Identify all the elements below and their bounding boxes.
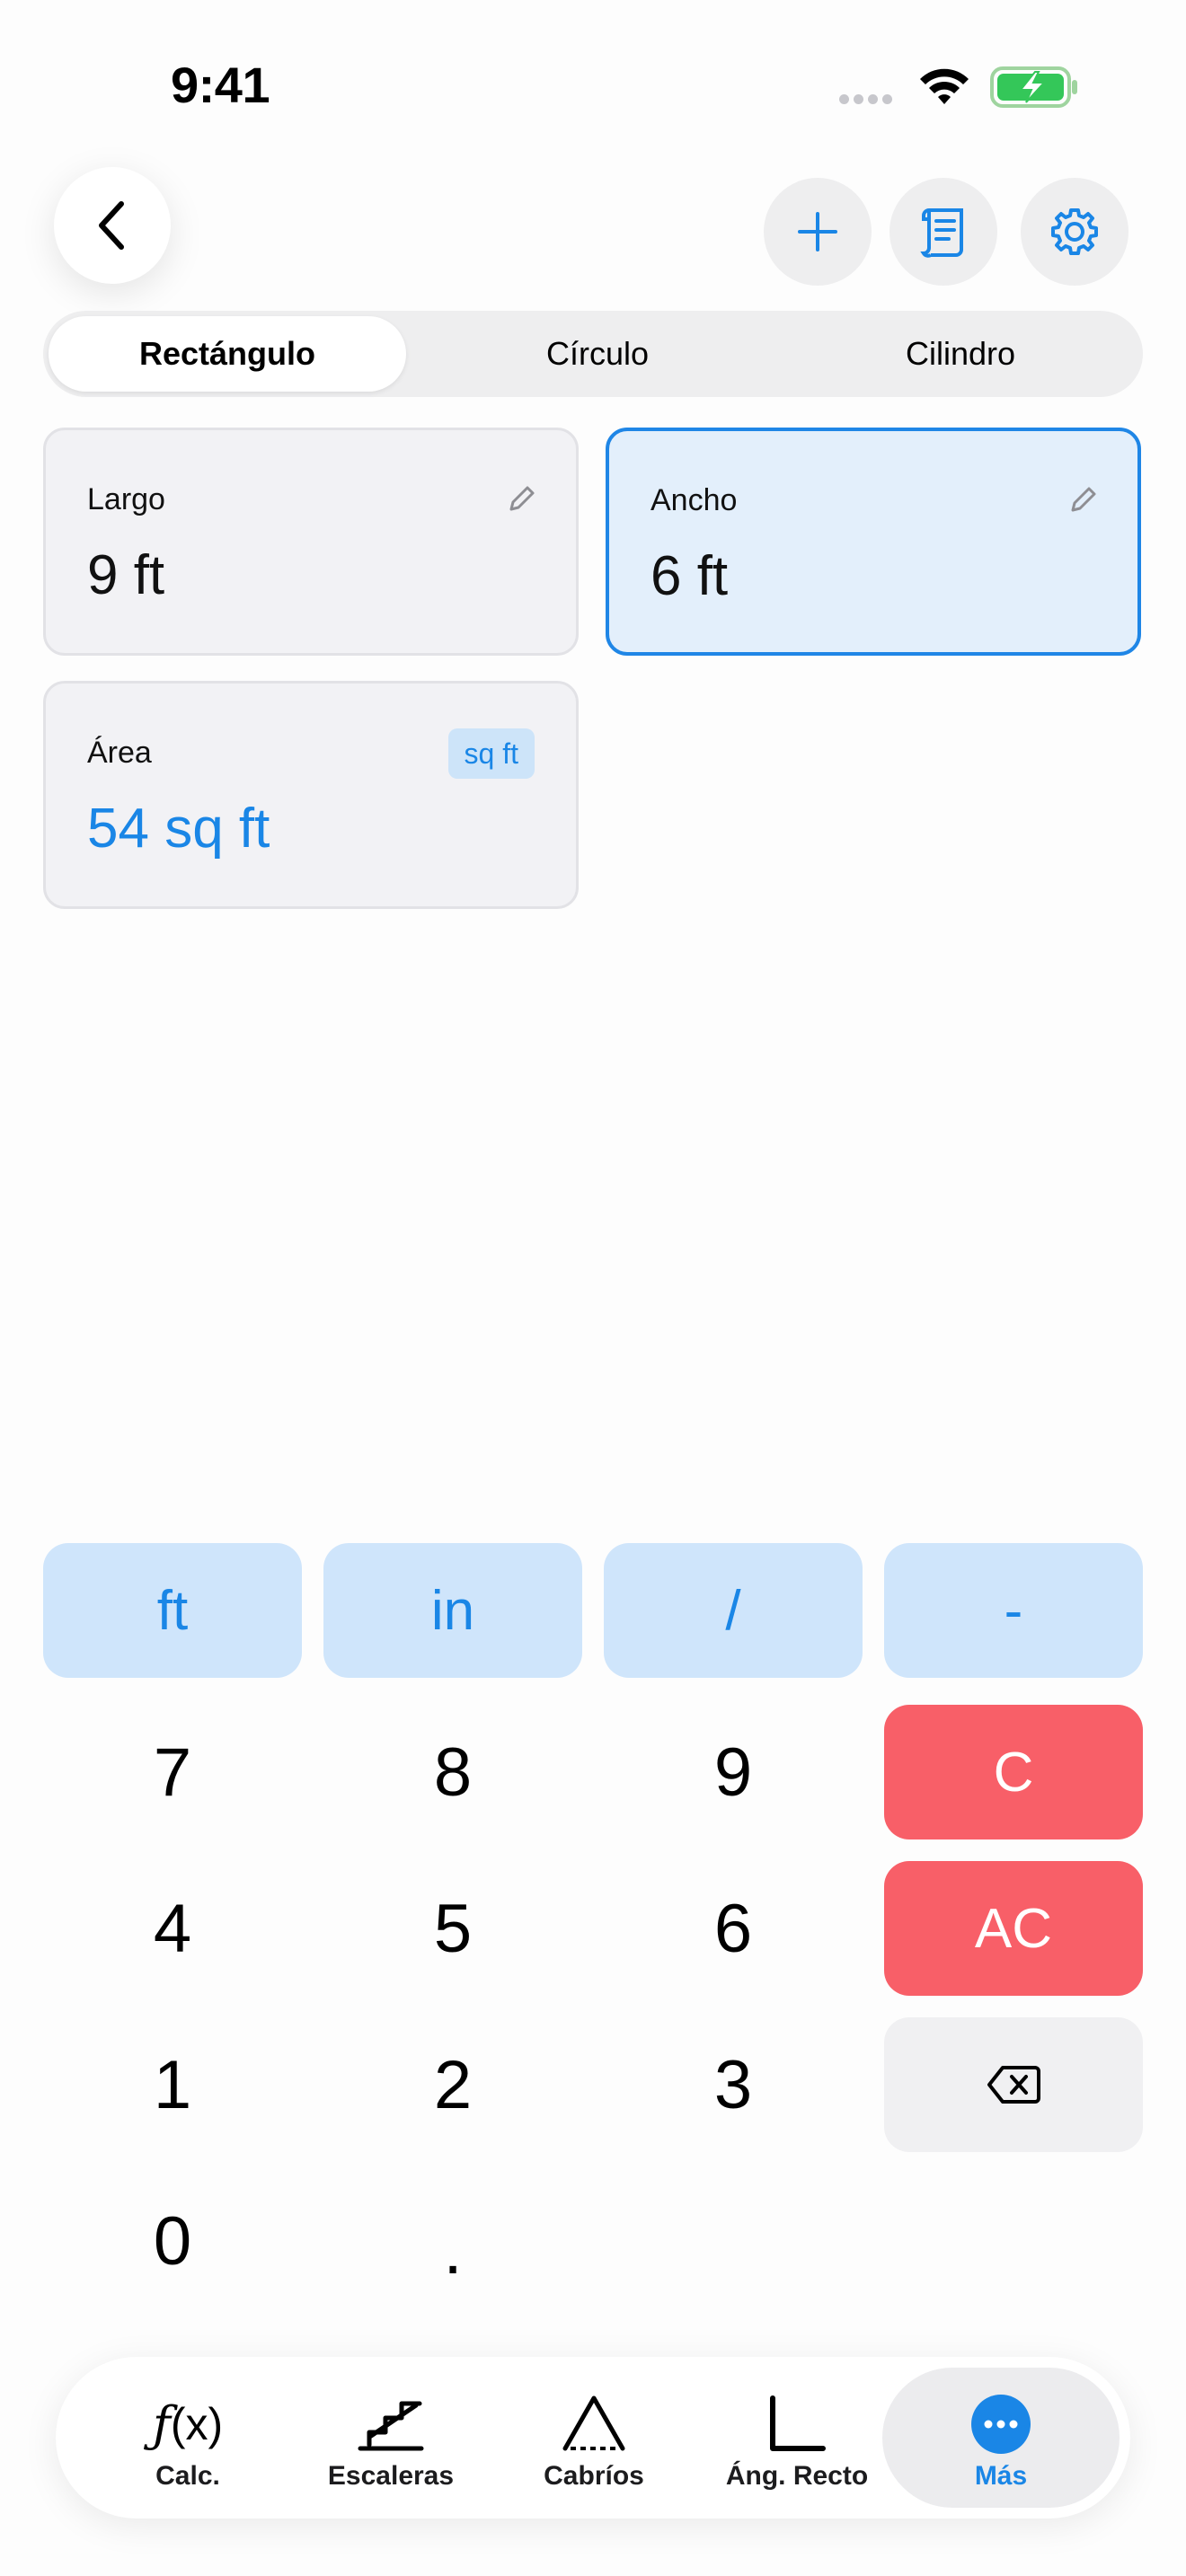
tab-cabrios-label: Cabríos bbox=[544, 2461, 644, 2491]
ancho-field-card[interactable]: Ancho 6 ft bbox=[606, 428, 1141, 656]
right-angle-icon bbox=[767, 2391, 827, 2457]
largo-value: 9 ft bbox=[87, 544, 165, 606]
tab-mas-label: Más bbox=[974, 2461, 1028, 2491]
tab-cabrios[interactable]: Cabríos bbox=[491, 2357, 697, 2519]
bottom-tab-bar: ƒ (x) Calc. Escaleras Cabríos Áng. Recto… bbox=[56, 2357, 1130, 2519]
segment-cilindro[interactable]: Cilindro bbox=[782, 316, 1139, 392]
gear-icon bbox=[1051, 208, 1098, 255]
battery-charging-icon bbox=[990, 66, 1077, 108]
add-button[interactable] bbox=[764, 178, 872, 286]
plus-icon bbox=[798, 212, 837, 251]
ancho-value: 6 ft bbox=[651, 545, 729, 607]
key-3[interactable]: 3 bbox=[604, 2017, 863, 2152]
key-ft[interactable]: ft bbox=[43, 1543, 302, 1678]
tab-mas[interactable]: Más bbox=[882, 2368, 1120, 2508]
pencil-icon bbox=[509, 486, 535, 511]
key-decimal[interactable]: . bbox=[323, 2174, 582, 2308]
function-icon: ƒ (x) bbox=[152, 2395, 224, 2453]
key-fraction[interactable]: / bbox=[604, 1543, 863, 1678]
key-5[interactable]: 5 bbox=[323, 1861, 582, 1996]
clear-button[interactable]: C bbox=[884, 1705, 1143, 1839]
back-button[interactable] bbox=[54, 167, 171, 284]
chevron-left-icon bbox=[99, 201, 124, 250]
stairs-icon bbox=[357, 2391, 425, 2457]
tab-angulo-recto[interactable]: Áng. Recto bbox=[694, 2357, 900, 2519]
key-1[interactable]: 1 bbox=[43, 2017, 302, 2152]
settings-button[interactable] bbox=[1021, 178, 1128, 286]
key-6[interactable]: 6 bbox=[604, 1861, 863, 1996]
rafter-icon bbox=[562, 2391, 626, 2457]
key-7[interactable]: 7 bbox=[43, 1705, 302, 1839]
area-result-card[interactable]: Área sq ft 54 sq ft bbox=[43, 681, 579, 909]
tab-escaleras[interactable]: Escaleras bbox=[288, 2357, 494, 2519]
tab-calc[interactable]: ƒ (x) Calc. bbox=[84, 2357, 291, 2519]
area-value: 54 sq ft bbox=[87, 798, 270, 860]
tab-escaleras-label: Escaleras bbox=[327, 2461, 455, 2491]
all-clear-button[interactable]: AC bbox=[884, 1861, 1143, 1996]
area-label: Área bbox=[87, 736, 152, 770]
more-icon bbox=[969, 2391, 1032, 2457]
key-2[interactable]: 2 bbox=[323, 2017, 582, 2152]
segment-circulo[interactable]: Círculo bbox=[419, 316, 776, 392]
area-unit-badge[interactable]: sq ft bbox=[447, 728, 535, 779]
largo-label: Largo bbox=[87, 482, 165, 516]
tab-angulo-recto-label: Áng. Recto bbox=[725, 2461, 869, 2491]
scroll-icon bbox=[920, 208, 963, 258]
key-in[interactable]: in bbox=[323, 1543, 582, 1678]
tab-calc-label: Calc. bbox=[155, 2461, 220, 2491]
key-dash[interactable]: - bbox=[884, 1543, 1143, 1678]
key-0[interactable]: 0 bbox=[43, 2174, 302, 2308]
backspace-button[interactable] bbox=[884, 2017, 1143, 2152]
backspace-icon bbox=[987, 2066, 1040, 2104]
shape-segmented-control: Rectángulo Círculo Cilindro bbox=[43, 311, 1143, 397]
key-9[interactable]: 9 bbox=[604, 1705, 863, 1839]
history-button[interactable] bbox=[890, 178, 997, 286]
largo-field-card[interactable]: Largo 9 ft bbox=[43, 428, 579, 656]
pencil-icon bbox=[1071, 487, 1096, 512]
wifi-icon bbox=[920, 68, 969, 104]
ancho-label: Ancho bbox=[651, 483, 738, 517]
cellular-signal-icon bbox=[839, 93, 902, 105]
status-time: 9:41 bbox=[171, 57, 270, 113]
key-4[interactable]: 4 bbox=[43, 1861, 302, 1996]
key-8[interactable]: 8 bbox=[323, 1705, 582, 1839]
segment-rectangulo[interactable]: Rectángulo bbox=[49, 316, 406, 392]
